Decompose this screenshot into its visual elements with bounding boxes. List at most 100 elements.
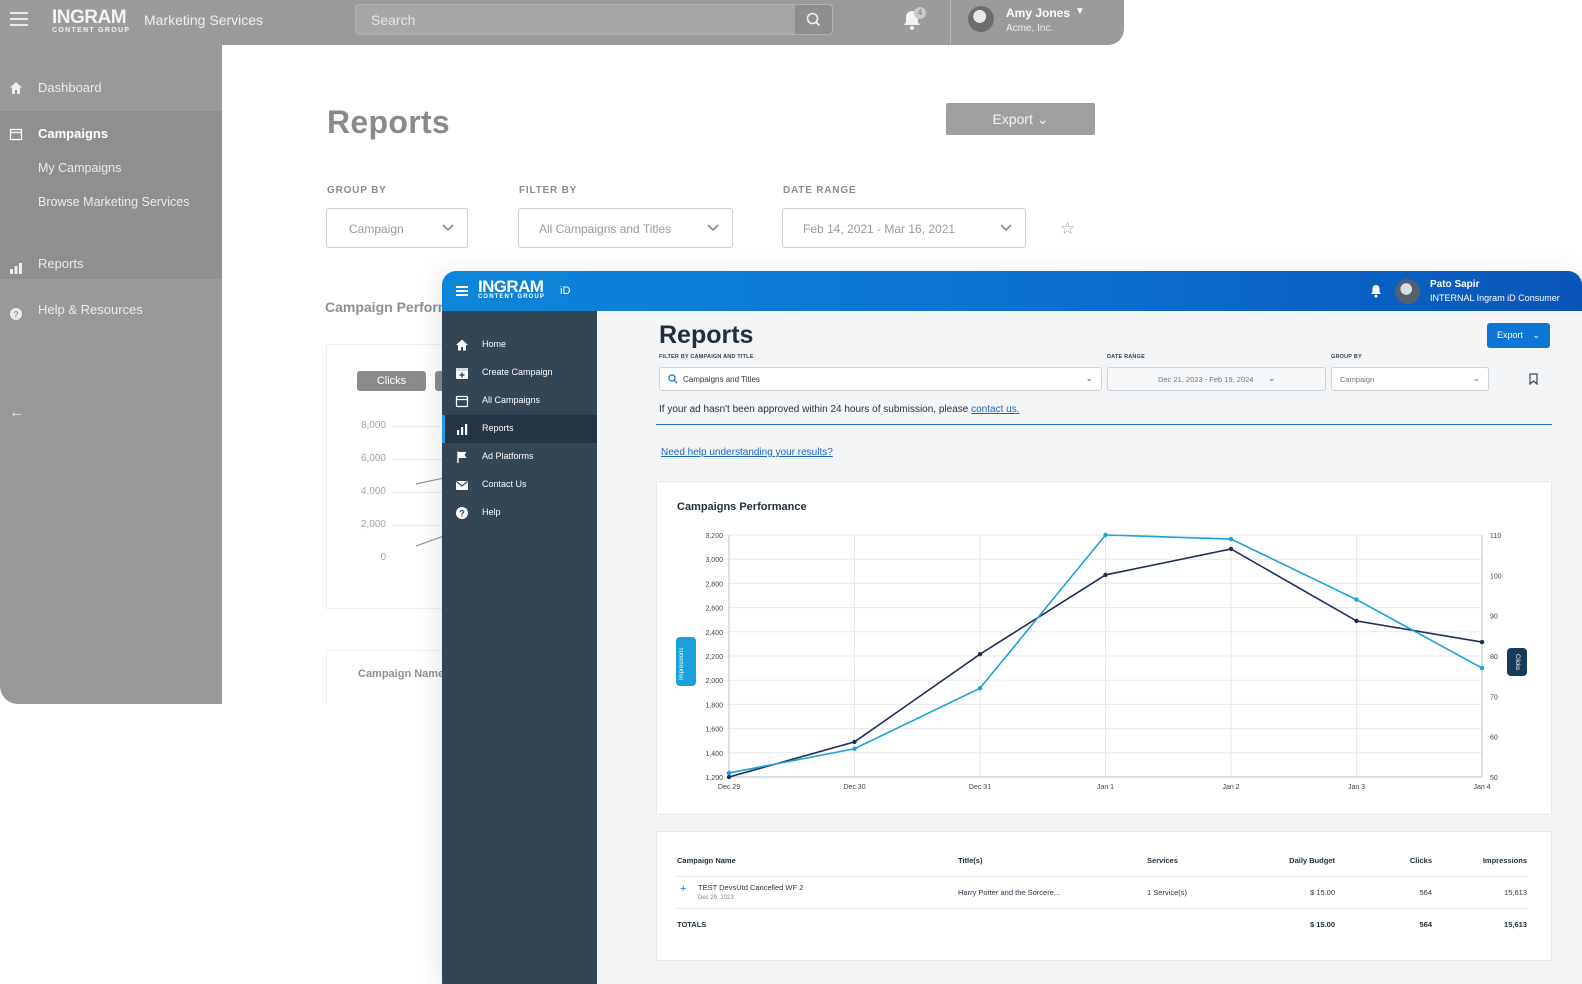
clicks-data-point (1228, 536, 1234, 542)
chevron-down-icon: ⌄ (1532, 330, 1540, 340)
chevron-down-icon (1000, 224, 1012, 232)
contact-us-link[interactable]: contact us. (971, 404, 1019, 415)
bell-icon[interactable] (1370, 284, 1382, 298)
sidebar-item-reports[interactable]: Reports (442, 415, 597, 443)
date-range-label: DATE RANGE (1107, 354, 1145, 360)
search-input[interactable]: Search (355, 4, 833, 35)
background-top-bar: INGRAM CONTENT GROUP Marketing Services S… (0, 0, 1124, 45)
home-icon (456, 339, 468, 351)
sidebar-item-help-resources[interactable]: Help & Resources (38, 302, 143, 317)
campaign-title-filter-input[interactable]: Campaigns and Titles ⌄ (659, 367, 1102, 391)
svg-text:?: ? (13, 310, 19, 320)
chevron-down-icon: ⌄ (1472, 373, 1480, 383)
y-left-tick-label: 2,000 (705, 678, 723, 685)
column-header-clicks[interactable]: Clicks (1372, 856, 1432, 865)
column-header-titles[interactable]: Title(s) (958, 856, 982, 865)
impressions-data-point (726, 774, 732, 780)
sidebar-item-contact-us[interactable]: Contact Us (442, 471, 597, 499)
chevron-down-icon: ⌄ (1085, 373, 1093, 383)
filter-campaign-label: FILTER BY CAMPAIGN AND TITLE (659, 354, 754, 360)
filter-by-select[interactable]: All Campaigns and Titles (518, 208, 733, 248)
y-left-tick-label: 2,600 (705, 606, 723, 613)
sidebar-item-dashboard[interactable]: Dashboard (38, 80, 102, 95)
envelope-icon (456, 481, 468, 490)
group-by-label: GROUP BY (327, 185, 387, 196)
help-circle-icon: ? (10, 308, 22, 320)
campaign-title: Harry Potter and the Sorcere... (958, 888, 1061, 897)
impressions-data-point (1103, 572, 1108, 578)
column-header-campaign-name[interactable]: Campaign Name (677, 856, 736, 865)
impressions-data-point (1479, 639, 1485, 645)
clicks-data-point (852, 746, 857, 751)
sidebar-item-reports[interactable]: Reports (38, 256, 84, 271)
home-icon (10, 82, 22, 94)
group-by-select[interactable]: Campaign ⌄ (1331, 367, 1489, 391)
column-header-impressions[interactable]: Impressions (1457, 856, 1527, 865)
clicks-data-point (977, 686, 983, 691)
y-tick: 2,000 (360, 519, 386, 530)
page-title: Reports (659, 321, 754, 349)
sidebar-item-create-campaign[interactable]: Create Campaign (442, 359, 597, 387)
sidebar-item-ad-platforms[interactable]: Ad Platforms (442, 443, 597, 471)
bar-chart-icon (457, 424, 468, 435)
clicks-data-point (1479, 665, 1485, 671)
chevron-down-icon: ⌄ (1036, 111, 1049, 127)
clicks-axis-tag[interactable]: Clicks (1507, 648, 1527, 676)
filter-by-label: FILTER BY (519, 185, 578, 196)
impressions-data-point (977, 651, 983, 657)
date-range-select[interactable]: Feb 14, 2021 - Mar 16, 2021 (782, 208, 1026, 248)
tab-clicks[interactable]: Clicks (357, 371, 426, 391)
menu-icon[interactable] (10, 12, 28, 26)
chevron-down-icon: ⌄ (1268, 373, 1276, 383)
sidebar-item-campaigns[interactable]: Campaigns (38, 126, 108, 141)
bookmark-icon[interactable] (1529, 373, 1538, 385)
sidebar-item-browse-marketing-services[interactable]: Browse Marketing Services (38, 195, 189, 209)
flag-icon (457, 451, 467, 463)
totals-budget: $ 15.00 (1309, 920, 1335, 929)
search-icon (668, 374, 678, 384)
avatar[interactable] (1395, 279, 1420, 304)
avatar[interactable] (968, 6, 994, 32)
star-icon[interactable]: ☆ (1060, 219, 1075, 239)
y-left-tick-label: 1,400 (705, 751, 723, 758)
calendar-icon (9, 128, 23, 141)
clicks-data-point (726, 770, 732, 776)
y-left-tick-label: 2,200 (705, 654, 723, 661)
group-by-select[interactable]: Campaign (326, 208, 468, 248)
menu-icon[interactable] (456, 286, 468, 296)
campaign-name[interactable]: TEST DevsUtd Cancelled WF 2 (698, 883, 803, 892)
impressions-axis-tag[interactable]: Impressions (676, 637, 696, 686)
approval-notice: If your ad hasn't been approved within 2… (659, 404, 1020, 415)
column-header-daily-budget[interactable]: Daily Budget (1255, 856, 1335, 865)
x-tick-label: Jan 1 (1097, 784, 1114, 791)
caret-down-icon[interactable]: ▼ (1075, 6, 1085, 17)
chart-series-lines (415, 477, 444, 547)
export-button[interactable]: Export ⌄ (1487, 323, 1550, 348)
sidebar-item-my-campaigns[interactable]: My Campaigns (38, 161, 121, 175)
row-divider (676, 876, 1528, 877)
y-left-tick-label: 1,800 (705, 702, 723, 709)
date-range-picker[interactable]: Dec 21, 2023 - Feb 19, 2024 ⌄ (1107, 367, 1326, 391)
arrow-left-icon[interactable]: ← (9, 404, 25, 422)
export-button[interactable]: Export ⌄ (946, 103, 1095, 135)
user-name[interactable]: Pato Sapir (1430, 279, 1479, 290)
brand-suffix: iD (560, 285, 571, 297)
sidebar-item-home[interactable]: Home (442, 331, 597, 359)
y-tick: 6,000 (360, 453, 386, 464)
sidebar-item-help[interactable]: ? Help (442, 499, 597, 527)
group-by-label: GROUP BY (1331, 354, 1362, 360)
chevron-down-icon (707, 224, 719, 232)
expand-row-icon[interactable]: + (680, 883, 686, 895)
x-tick-label: Dec 29 (718, 784, 740, 791)
divider (950, 0, 951, 45)
search-button[interactable] (795, 5, 832, 34)
impressions-data-point (852, 739, 857, 745)
performance-chart: 1,200 1,400 1,600 1,800 2,000 2,200 2,400 2,600… (705, 532, 1502, 791)
column-header-services[interactable]: Services (1147, 856, 1178, 865)
help-results-link[interactable]: Need help understanding your results? (661, 447, 833, 458)
svg-text:?: ? (459, 509, 465, 519)
sidebar-item-all-campaigns[interactable]: All Campaigns (442, 387, 597, 415)
notification-count-badge: 4 (914, 7, 926, 19)
user-name[interactable]: Amy Jones (1006, 6, 1070, 20)
y-right-tick-label: 110 (1490, 533, 1501, 540)
